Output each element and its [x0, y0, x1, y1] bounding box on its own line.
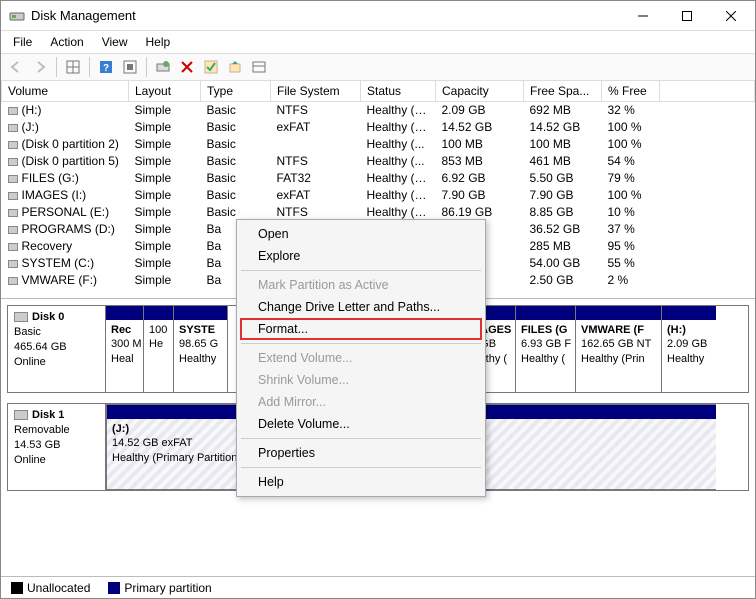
- drive-icon: [8, 260, 18, 268]
- col-filesystem[interactable]: File System: [271, 81, 361, 102]
- disk-info[interactable]: Disk 0Basic465.64 GBOnline: [8, 306, 106, 392]
- ctx-shrink: Shrink Volume...: [240, 369, 482, 391]
- drive-icon: [8, 226, 18, 234]
- volume-row[interactable]: (Disk 0 partition 2)SimpleBasicHealthy (…: [2, 136, 755, 153]
- list-icon[interactable]: [248, 56, 270, 78]
- drive-icon: [8, 158, 18, 166]
- partition[interactable]: (H:)2.09 GBHealthy: [662, 306, 716, 392]
- menu-action[interactable]: Action: [42, 33, 91, 51]
- legend-unallocated: Unallocated: [11, 581, 90, 595]
- delete-icon[interactable]: [176, 56, 198, 78]
- window-title: Disk Management: [31, 8, 621, 23]
- app-icon: [9, 8, 25, 24]
- drive-icon: [8, 107, 18, 115]
- menu-help[interactable]: Help: [138, 33, 179, 51]
- col-capacity[interactable]: Capacity: [436, 81, 524, 102]
- ctx-add-mirror: Add Mirror...: [240, 391, 482, 413]
- ctx-open[interactable]: Open: [240, 223, 482, 245]
- legend-primary: Primary partition: [108, 581, 211, 595]
- volume-row[interactable]: IMAGES (I:)SimpleBasicexFATHealthy (P...…: [2, 187, 755, 204]
- context-menu: Open Explore Mark Partition as Active Ch…: [236, 219, 486, 497]
- drive-icon: [8, 124, 18, 132]
- col-pctfree[interactable]: % Free: [602, 81, 660, 102]
- col-layout[interactable]: Layout: [129, 81, 201, 102]
- ctx-extend: Extend Volume...: [240, 347, 482, 369]
- legend: Unallocated Primary partition: [1, 576, 755, 598]
- back-button[interactable]: [5, 56, 27, 78]
- partition[interactable]: SYSTE98.65 GHealthy: [174, 306, 228, 392]
- partition[interactable]: 100He: [144, 306, 174, 392]
- col-status[interactable]: Status: [361, 81, 436, 102]
- disk-management-window: Disk Management File Action View Help ?: [0, 0, 756, 599]
- ctx-format[interactable]: Format...: [240, 318, 482, 340]
- column-headers[interactable]: Volume Layout Type File System Status Ca…: [2, 81, 755, 102]
- partition[interactable]: Rec300 MHeal: [106, 306, 144, 392]
- partition[interactable]: VMWARE (F162.65 GB NTHealthy (Prin: [576, 306, 662, 392]
- drive-icon: [8, 209, 18, 217]
- menu-view[interactable]: View: [94, 33, 136, 51]
- menu-file[interactable]: File: [5, 33, 40, 51]
- ctx-change-letter[interactable]: Change Drive Letter and Paths...: [240, 296, 482, 318]
- col-freespace[interactable]: Free Spa...: [524, 81, 602, 102]
- action-icon[interactable]: [224, 56, 246, 78]
- menubar: File Action View Help: [1, 31, 755, 53]
- refresh-icon[interactable]: [152, 56, 174, 78]
- svg-text:?: ?: [103, 63, 109, 74]
- volume-row[interactable]: (H:)SimpleBasicNTFSHealthy (P...2.09 GB6…: [2, 102, 755, 119]
- disk-icon: [14, 312, 28, 322]
- ctx-delete[interactable]: Delete Volume...: [240, 413, 482, 435]
- drive-icon: [8, 175, 18, 183]
- titlebar: Disk Management: [1, 1, 755, 31]
- volume-row[interactable]: (Disk 0 partition 5)SimpleBasicNTFSHealt…: [2, 153, 755, 170]
- drive-icon: [8, 192, 18, 200]
- ctx-mark-active: Mark Partition as Active: [240, 274, 482, 296]
- drive-icon: [8, 141, 18, 149]
- ctx-explore[interactable]: Explore: [240, 245, 482, 267]
- maximize-button[interactable]: [665, 2, 709, 30]
- minimize-button[interactable]: [621, 2, 665, 30]
- partition[interactable]: FILES (G6.93 GB FHealthy (: [516, 306, 576, 392]
- drive-icon: [8, 277, 18, 285]
- forward-button[interactable]: [29, 56, 51, 78]
- volume-row[interactable]: PERSONAL (E:)SimpleBasicNTFSHealthy (P..…: [2, 204, 755, 221]
- disk-icon: [14, 410, 28, 420]
- check-icon[interactable]: [200, 56, 222, 78]
- disk-info[interactable]: Disk 1Removable14.53 GBOnline: [8, 404, 106, 490]
- ctx-help[interactable]: Help: [240, 471, 482, 493]
- col-volume[interactable]: Volume: [2, 81, 129, 102]
- close-button[interactable]: [709, 2, 753, 30]
- volume-row[interactable]: (J:)SimpleBasicexFATHealthy (P...14.52 G…: [2, 119, 755, 136]
- col-type[interactable]: Type: [201, 81, 271, 102]
- help-icon[interactable]: ?: [95, 56, 117, 78]
- settings-icon[interactable]: [119, 56, 141, 78]
- ctx-properties[interactable]: Properties: [240, 442, 482, 464]
- drive-icon: [8, 243, 18, 251]
- toolbar: ?: [1, 53, 755, 81]
- grid-icon[interactable]: [62, 56, 84, 78]
- volume-row[interactable]: FILES (G:)SimpleBasicFAT32Healthy (P...6…: [2, 170, 755, 187]
